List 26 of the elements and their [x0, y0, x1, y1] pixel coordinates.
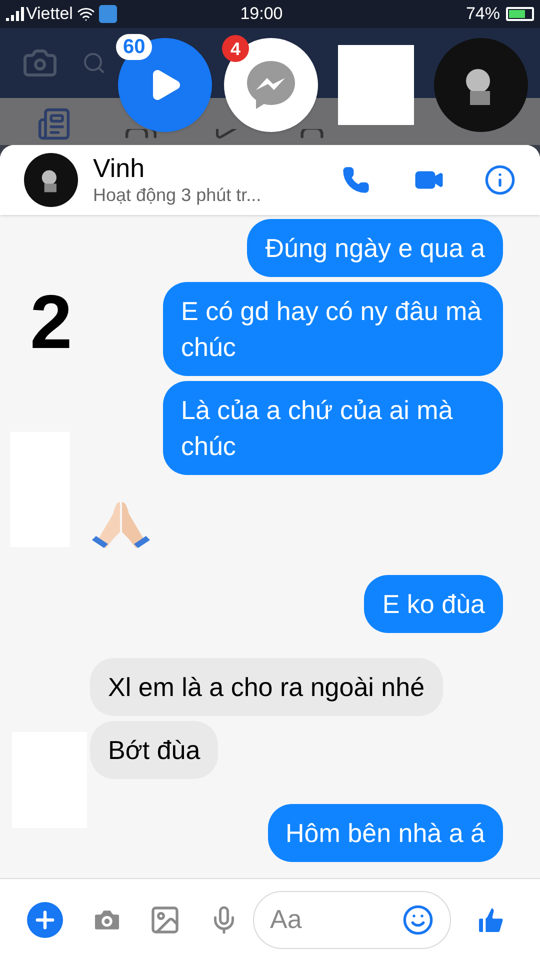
battery-percent: 74% [466, 3, 500, 26]
sent-message: Đúng ngày e qua a [247, 219, 503, 277]
message-field[interactable]: Aa [253, 890, 451, 948]
received-message: Bớt đùa [90, 721, 218, 779]
add-button[interactable] [27, 902, 63, 938]
sent-message: E có gd hay có ny đâu mà chúc [163, 282, 503, 376]
carrier-name: Viettel [26, 3, 73, 26]
news-feed-icon[interactable] [36, 107, 71, 141]
contact-name: Vinh [93, 153, 146, 183]
info-icon[interactable] [484, 164, 516, 196]
activity-status: Hoạt động 3 phút tr... [93, 184, 262, 207]
praying-hands-icon [90, 500, 152, 550]
sent-message: Hôm bên nhà a á [268, 804, 503, 862]
phone-icon[interactable] [342, 166, 370, 194]
emoji-icon[interactable] [402, 904, 434, 936]
sent-message: Là của a chứ của ai mà chúc [163, 381, 503, 475]
wifi-icon [76, 5, 95, 23]
sent-message: E ko đùa [364, 575, 503, 633]
gallery-icon[interactable] [149, 904, 181, 936]
message-input[interactable]: Aa [270, 900, 402, 939]
hotspot-icon [98, 5, 117, 23]
received-message: Xl em là a cho ra ngoài nhé [90, 658, 443, 716]
clock-time: 19:00 [239, 3, 284, 26]
signal-icon [6, 7, 24, 21]
battery-icon [506, 7, 534, 21]
annotation-number: 2 [30, 285, 72, 361]
